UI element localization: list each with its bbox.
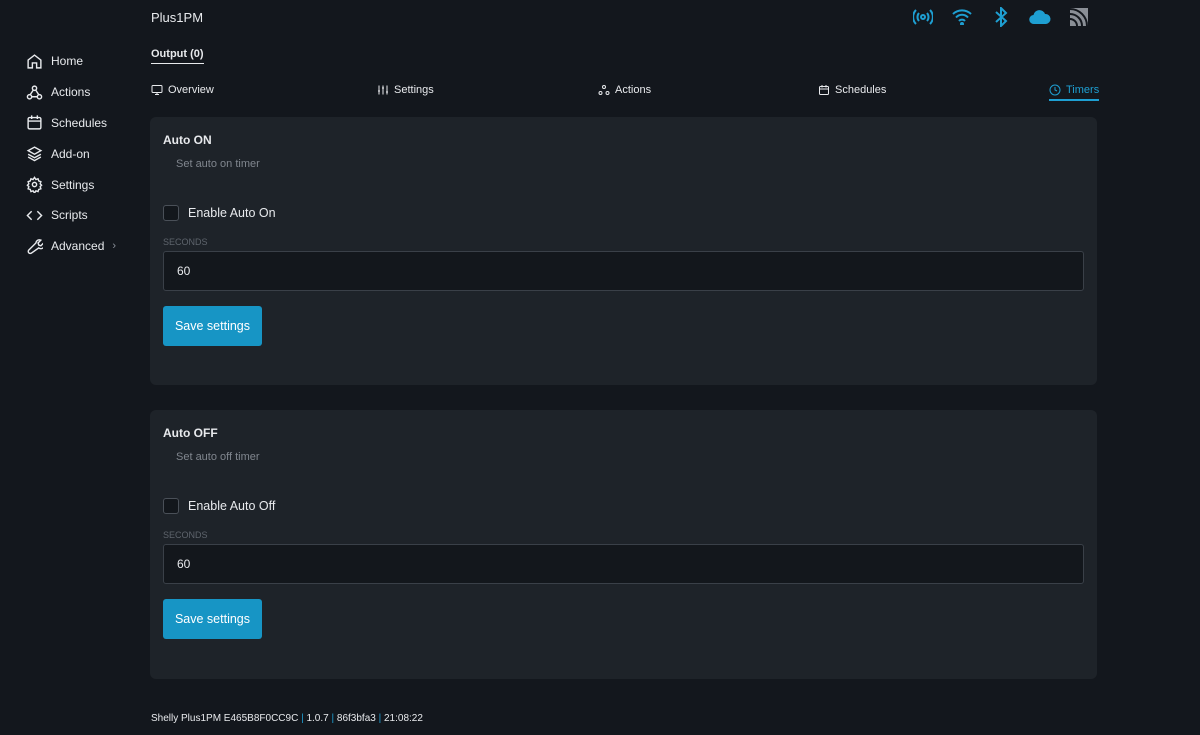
enable-auto-off-checkbox[interactable]: Enable Auto Off xyxy=(163,498,1084,514)
tab-label: Schedules xyxy=(835,84,887,96)
tab-output-0[interactable]: Output (0) xyxy=(151,48,204,64)
webhook-icon xyxy=(598,85,610,95)
sidebar-item-label: Home xyxy=(51,54,84,69)
home-icon xyxy=(27,54,42,69)
monitor-icon xyxy=(151,85,163,95)
checkbox-label: Enable Auto On xyxy=(188,206,276,220)
tab-label: Timers xyxy=(1066,84,1100,96)
sidebar-item-label: Scripts xyxy=(51,208,88,223)
gear-icon xyxy=(26,176,43,194)
auto-off-card: Auto OFF Set auto off timer Enable Auto … xyxy=(150,410,1097,679)
chevron-right-icon: › xyxy=(112,240,117,253)
field-label: SECONDS xyxy=(163,530,208,540)
sidebar-item-label: Schedules xyxy=(51,115,108,130)
sidebar-item-label: Actions xyxy=(51,85,91,100)
sidebar-item-home[interactable]: Home xyxy=(26,46,116,77)
tab-timers[interactable]: Timers xyxy=(1049,84,1100,101)
clock-icon xyxy=(1049,84,1061,96)
sidebar-item-schedules[interactable]: Schedules xyxy=(26,108,116,139)
footer: Shelly Plus1PM E465B8F0CC9C | 1.0.7 | 86… xyxy=(151,713,423,724)
tab-schedules[interactable]: Schedules xyxy=(818,84,886,99)
auto-on-seconds-input[interactable]: 60 xyxy=(163,251,1084,291)
calendar-icon xyxy=(27,115,42,131)
rss-icon[interactable] xyxy=(1068,6,1090,28)
save-settings-button[interactable]: Save settings xyxy=(163,599,262,639)
layers-icon xyxy=(26,146,43,162)
save-settings-button[interactable]: Save settings xyxy=(163,306,262,346)
sidebar-item-add-on[interactable]: Add-on xyxy=(26,138,116,169)
auto-on-card: Auto ON Set auto on timer Enable Auto On… xyxy=(150,117,1097,385)
tab-bar: Overview Settings Actions Schedules Time… xyxy=(151,84,1100,102)
checkbox-box[interactable] xyxy=(163,205,179,221)
ap-broadcast-icon[interactable] xyxy=(912,6,934,28)
checkbox-box[interactable] xyxy=(163,498,179,514)
tab-settings[interactable]: Settings xyxy=(377,84,434,99)
code-icon xyxy=(26,210,43,221)
sidebar-item-scripts[interactable]: Scripts xyxy=(26,200,116,231)
calendar-icon xyxy=(819,85,829,95)
sidebar-item-actions[interactable]: Actions xyxy=(26,77,116,108)
sliders-icon xyxy=(378,85,388,95)
sidebar: Home Actions Schedules Add-on Settings S… xyxy=(26,46,116,262)
sidebar-item-settings[interactable]: Settings xyxy=(26,169,116,200)
footer-build: 86f3bfa3 xyxy=(336,713,376,724)
wrench-icon xyxy=(27,238,43,254)
footer-version: 1.0.7 xyxy=(306,713,329,724)
device-title: Plus1PM xyxy=(151,10,204,25)
field-label: SECONDS xyxy=(163,237,208,247)
tab-label: Settings xyxy=(394,84,434,96)
tab-label: Overview xyxy=(168,84,214,96)
auto-off-seconds-input[interactable]: 60 xyxy=(163,544,1084,584)
tab-actions[interactable]: Actions xyxy=(598,84,651,99)
checkbox-label: Enable Auto Off xyxy=(188,499,276,513)
sidebar-item-advanced[interactable]: Advanced › xyxy=(26,231,116,262)
enable-auto-on-checkbox[interactable]: Enable Auto On xyxy=(163,205,1084,221)
sidebar-item-label: Advanced xyxy=(51,239,105,254)
sidebar-item-label: Add-on xyxy=(51,146,90,161)
footer-device: Shelly Plus1PM E465B8F0CC9C xyxy=(151,713,299,724)
sidebar-item-label: Settings xyxy=(51,177,95,192)
tab-label: Actions xyxy=(615,84,652,96)
card-description: Set auto off timer xyxy=(176,451,260,463)
cloud-icon[interactable] xyxy=(1029,6,1051,28)
card-description: Set auto on timer xyxy=(176,158,260,170)
tab-overview[interactable]: Overview xyxy=(151,84,214,99)
webhook-icon xyxy=(26,85,43,100)
bluetooth-icon[interactable] xyxy=(990,6,1012,28)
card-title: Auto ON xyxy=(163,133,212,147)
wifi-icon[interactable] xyxy=(951,6,973,28)
status-icons xyxy=(912,6,1090,28)
footer-time: 21:08:22 xyxy=(384,713,423,724)
card-title: Auto OFF xyxy=(163,426,218,440)
